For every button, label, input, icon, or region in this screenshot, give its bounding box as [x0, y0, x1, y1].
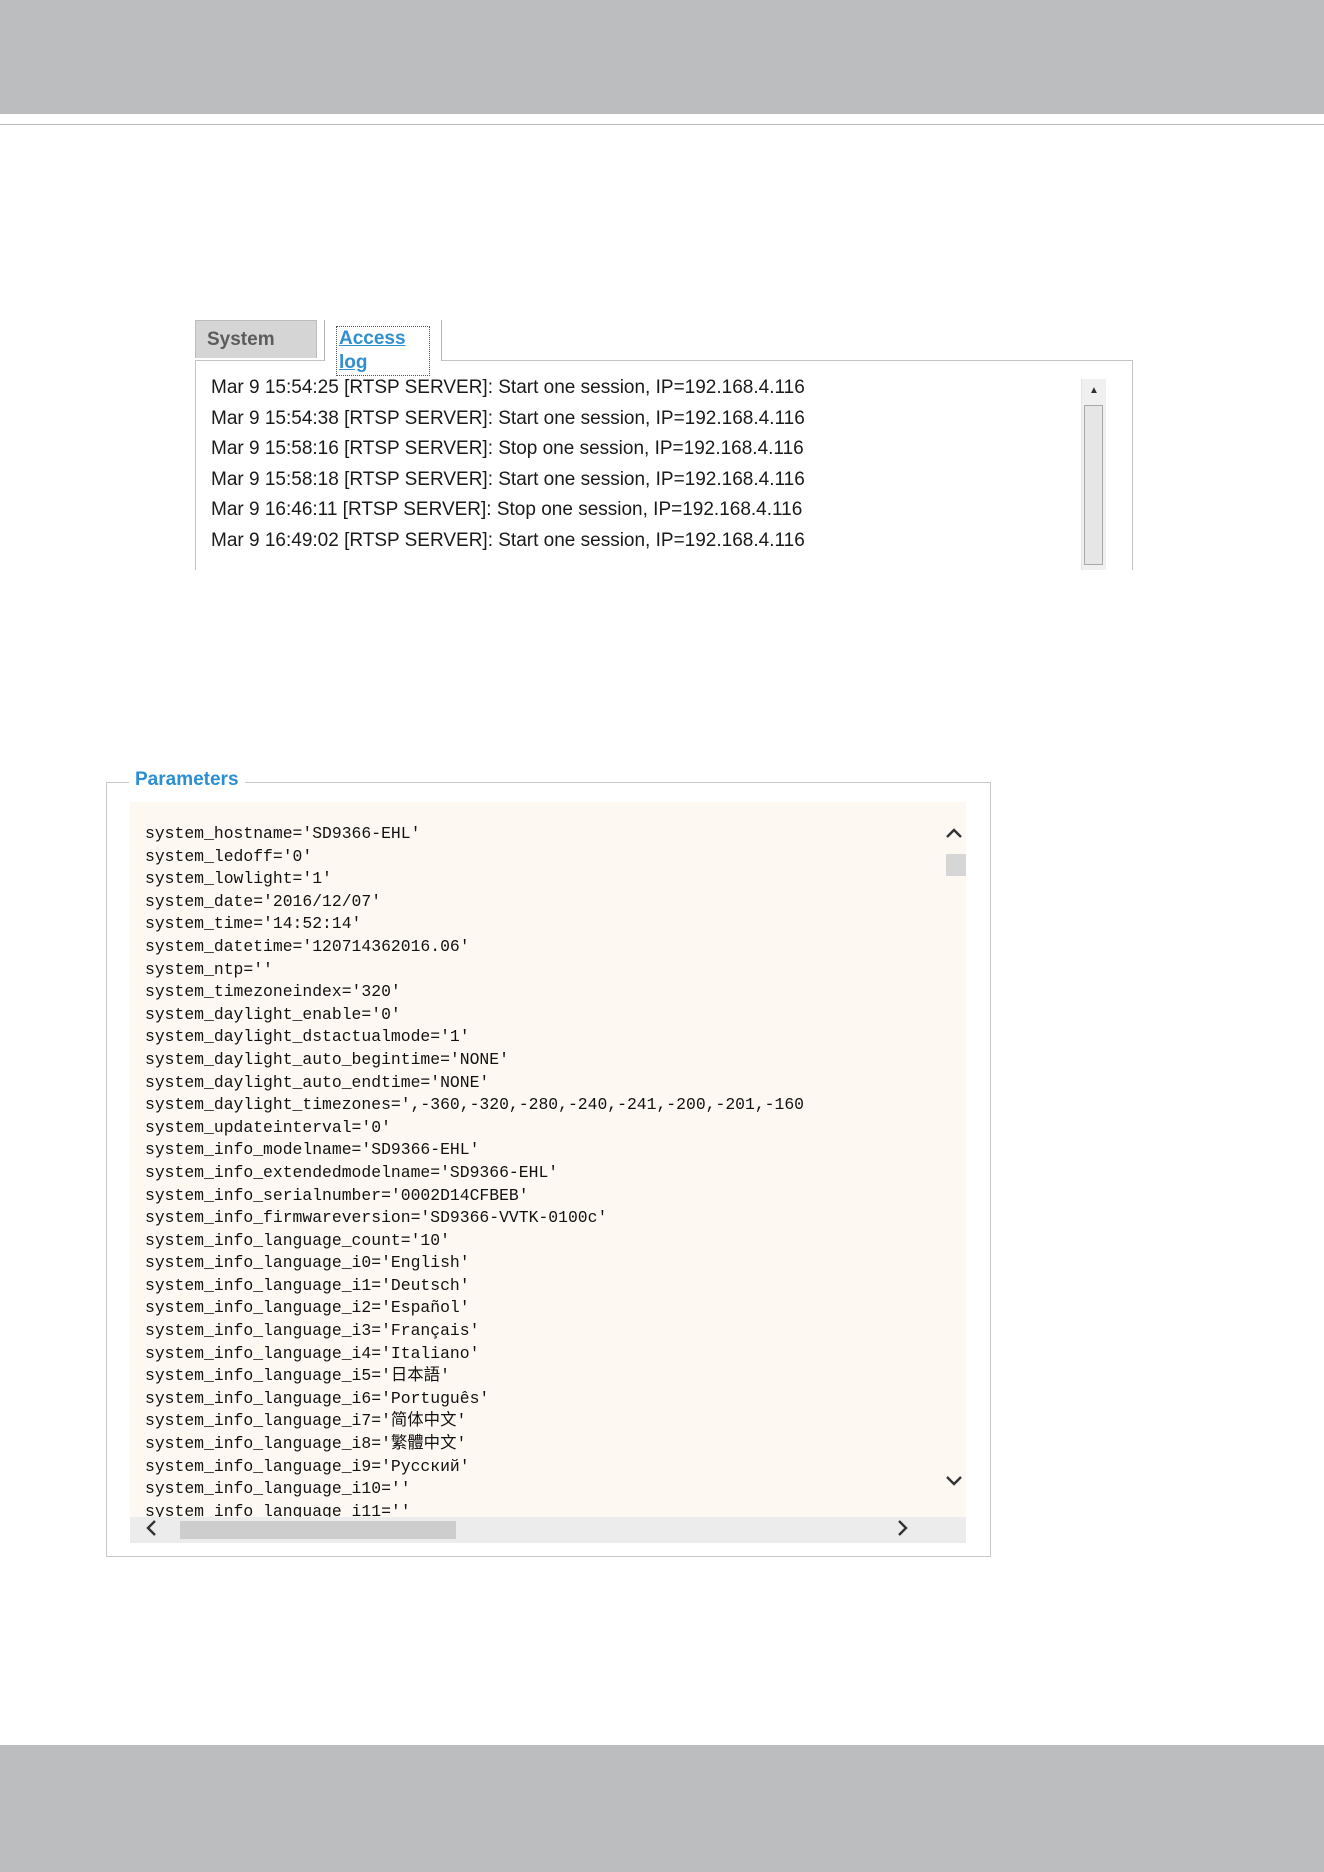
- scrollbar-corner: [942, 1517, 966, 1543]
- parameter-line: system_info_language_i2='Español': [145, 1298, 470, 1318]
- log-line: Mar 9 16:49:02 [RTSP SERVER]: Start one …: [211, 529, 805, 551]
- tab-access-log-label: Access log: [336, 326, 430, 376]
- log-panel: System log Access log Mar 9 15:54:25 [RT…: [195, 320, 1133, 570]
- parameter-line: system_daylight_auto_endtime='NONE': [145, 1072, 490, 1092]
- parameter-line: system_hostname='SD9366-EHL': [145, 824, 421, 843]
- parameter-line: system_lowlight='1': [145, 869, 332, 889]
- parameters-horizontal-scrollbar[interactable]: [130, 1517, 942, 1543]
- parameter-line: system_info_language_i6='Português': [145, 1388, 490, 1408]
- parameters-textarea[interactable]: system_hostname='SD9366-EHL' system_ledof…: [130, 802, 966, 1543]
- log-line: Mar 9 15:54:25 [RTSP SERVER]: Start one …: [211, 377, 805, 398]
- parameters-legend: Parameters: [129, 769, 245, 791]
- chevron-left-icon[interactable]: [138, 1517, 164, 1543]
- page-header-bar: [0, 0, 1324, 114]
- parameter-line: system_daylight_timezones=',-360,-320,-2…: [145, 1095, 805, 1115]
- log-line: Mar 9 15:58:16 [RTSP SERVER]: Stop one s…: [211, 438, 804, 460]
- parameter-line: system_info_language_i9='Русский': [145, 1456, 470, 1476]
- parameters-vertical-thumb[interactable]: [946, 854, 966, 876]
- parameter-line: system_info_serialnumber='0002D14CFBEB': [145, 1185, 529, 1205]
- page-footer-bar: [0, 1745, 1324, 1872]
- parameter-line: system_daylight_enable='0': [145, 1004, 401, 1024]
- access-log-box[interactable]: Mar 9 15:54:25 [RTSP SERVER]: Start one …: [195, 360, 1133, 570]
- parameter-line: system_info_language_i4='Italiano': [145, 1343, 480, 1363]
- parameter-line: system_daylight_dstactualmode='1': [145, 1027, 470, 1047]
- parameter-line: system_info_language_i1='Deutsch': [145, 1275, 470, 1295]
- parameter-line: system_updateinterval='0': [145, 1117, 391, 1137]
- parameter-line: system_timezoneindex='320': [145, 982, 401, 1002]
- log-line: Mar 9 16:46:11 [RTSP SERVER]: Stop one s…: [211, 499, 803, 521]
- log-scroll-thumb[interactable]: [1084, 405, 1103, 565]
- access-log-lines: Mar 9 15:54:25 [RTSP SERVER]: Start one …: [211, 373, 805, 557]
- parameter-line: system_info_modelname='SD9366-EHL': [145, 1140, 480, 1160]
- parameter-line: system_info_language_count='10': [145, 1230, 450, 1250]
- parameter-line: system_datetime='120714362016.06': [145, 936, 470, 956]
- parameters-horizontal-thumb[interactable]: [180, 1521, 456, 1539]
- tab-access-log[interactable]: Access log: [324, 320, 442, 376]
- parameter-line: system_info_firmwareversion='SD9366-VVTK…: [145, 1208, 608, 1228]
- log-line: Mar 9 15:58:18 [RTSP SERVER]: Start one …: [211, 468, 805, 490]
- parameters-lines: system_hostname='SD9366-EHL' system_ledof…: [145, 823, 804, 1523]
- parameters-vertical-scrollbar[interactable]: [942, 802, 966, 1517]
- parameter-line: system_info_language_i8='繁體中文': [145, 1434, 467, 1454]
- parameter-line: system_info_language_i5='日本語': [145, 1366, 450, 1386]
- parameter-line: system_date='2016/12/07': [145, 891, 382, 911]
- tab-system-log[interactable]: System log: [195, 320, 317, 388]
- log-vertical-scrollbar[interactable]: ▲: [1081, 379, 1106, 570]
- parameters-fieldset: Parameters system_hostname='SD9366-EHL' s…: [106, 769, 991, 1557]
- scroll-up-arrow-icon[interactable]: ▲: [1082, 379, 1106, 403]
- parameter-line: system_ledoff='0': [145, 846, 313, 866]
- chevron-right-icon[interactable]: [890, 1517, 916, 1543]
- parameter-line: system_time='14:52:14': [145, 914, 362, 934]
- parameter-line: system_info_language_i3='Français': [145, 1321, 480, 1341]
- header-divider: [0, 124, 1324, 125]
- parameter-line: system_info_language_i0='English': [145, 1253, 470, 1273]
- log-line: Mar 9 15:54:38 [RTSP SERVER]: Start one …: [211, 407, 805, 429]
- chevron-down-icon[interactable]: [942, 1468, 966, 1492]
- log-tabs: System log Access log: [195, 320, 1133, 388]
- parameter-line: system_info_extendedmodelname='SD9366-EH…: [145, 1162, 559, 1182]
- parameter-line: system_info_language_i10='': [145, 1479, 411, 1499]
- parameter-line: system_info_language_i7='简体中文': [145, 1411, 467, 1431]
- chevron-up-icon[interactable]: [942, 820, 966, 844]
- parameter-line: system_ntp='': [145, 959, 273, 979]
- parameter-line: system_daylight_auto_begintime='NONE': [145, 1049, 509, 1069]
